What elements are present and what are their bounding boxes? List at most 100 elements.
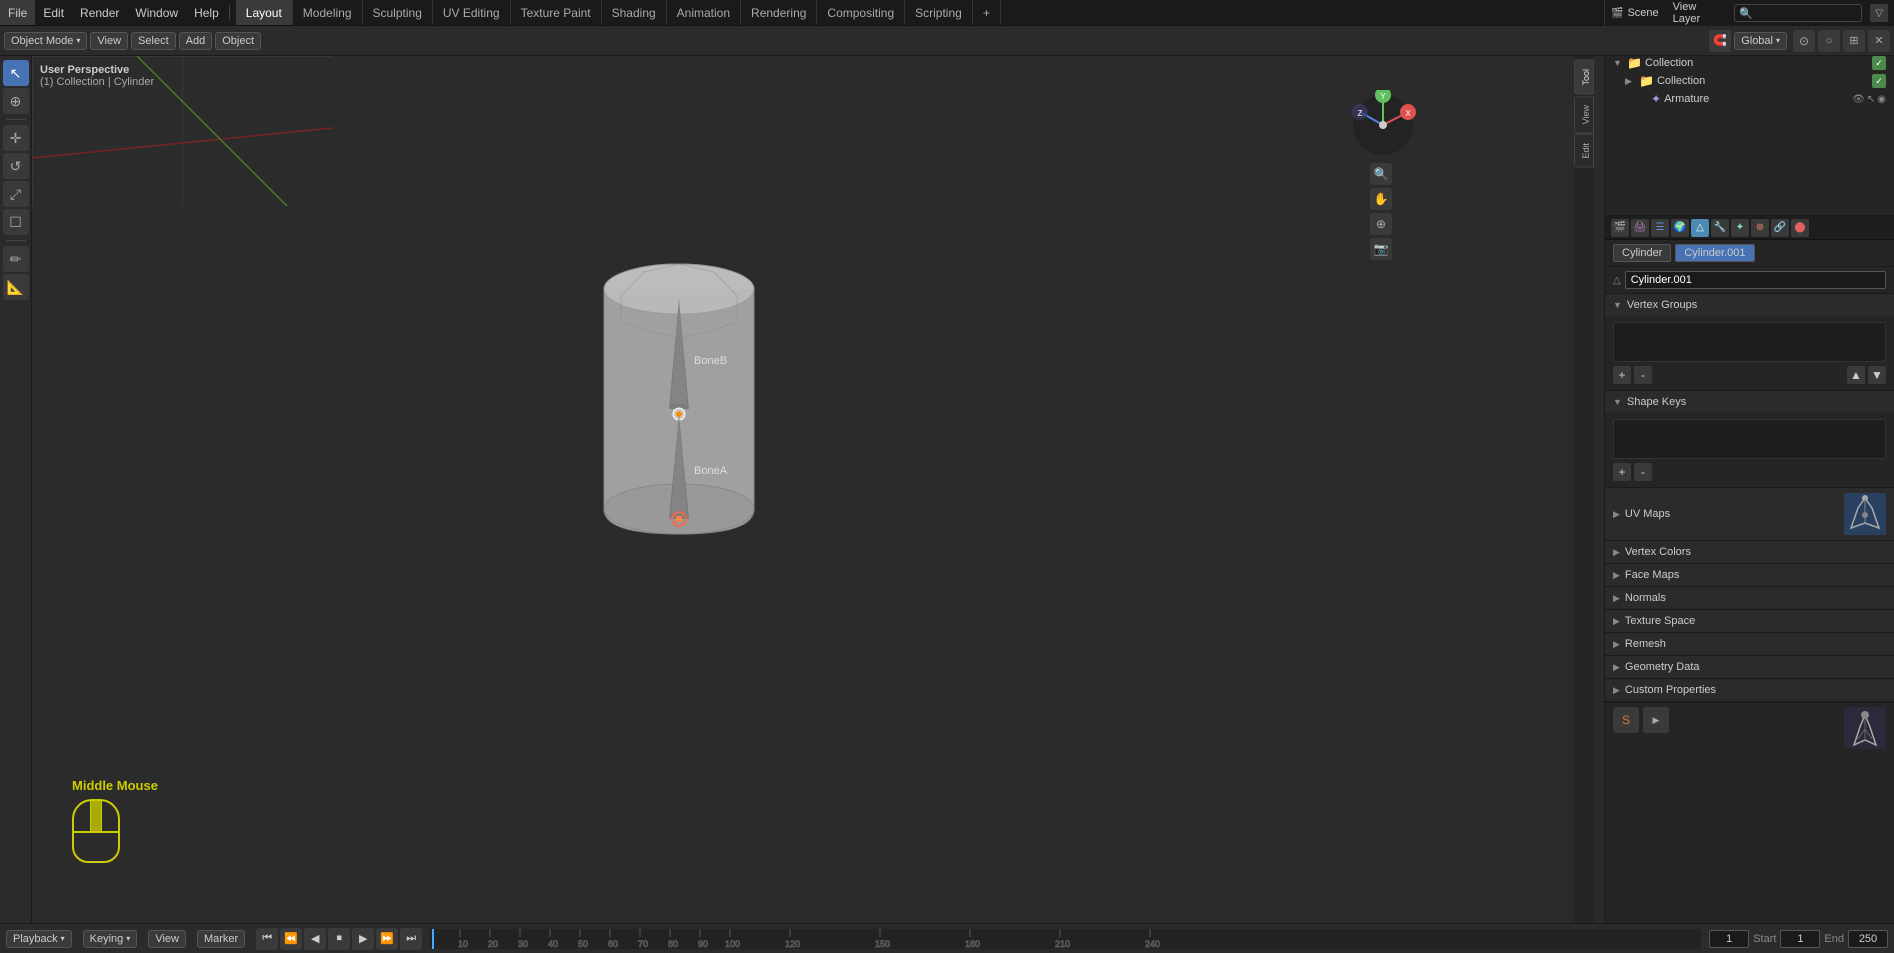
physics-props-btn[interactable]: ⊕ xyxy=(1751,219,1769,237)
scale-tool-btn[interactable]: ⤢ xyxy=(3,181,29,207)
n-tab-edit[interactable]: Edit xyxy=(1574,134,1594,168)
snapping-btn[interactable]: ⊞ xyxy=(1843,30,1865,52)
add-menu-btn[interactable]: Add xyxy=(179,32,213,50)
object-data-props-btn[interactable]: △ xyxy=(1691,219,1709,237)
vertex-group-move-down-btn[interactable]: ▼ xyxy=(1868,366,1886,384)
tab-layout[interactable]: Layout xyxy=(236,0,293,25)
frame-current-field[interactable]: 1 xyxy=(1709,930,1749,948)
n-tab-view[interactable]: View xyxy=(1574,96,1594,133)
frame-end-field[interactable]: 250 xyxy=(1848,930,1888,948)
select-menu-btn[interactable]: Select xyxy=(131,32,176,50)
measure-tool-btn[interactable]: 📐 xyxy=(3,274,29,300)
select-tool-btn[interactable]: ↖ xyxy=(3,60,29,86)
object-mode-btn[interactable]: Object Mode ▾ xyxy=(4,32,87,50)
vertex-groups-list[interactable] xyxy=(1613,322,1886,362)
view-menu-btn[interactable]: View xyxy=(90,32,128,50)
outliner-collection[interactable]: ▶ 📁 Collection ✓ xyxy=(1609,72,1890,90)
tab-modeling[interactable]: Modeling xyxy=(293,0,363,25)
vertex-groups-header[interactable]: ▼ Vertex Groups xyxy=(1605,294,1894,316)
tab-shading[interactable]: Shading xyxy=(602,0,667,25)
data-action-btn-1[interactable]: S xyxy=(1613,707,1639,733)
modifier-props-btn[interactable]: 🔧 xyxy=(1711,219,1729,237)
playback-menu-btn[interactable]: Playback ▾ xyxy=(6,930,72,948)
tab-rendering[interactable]: Rendering xyxy=(741,0,817,25)
keying-menu-btn[interactable]: Keying ▾ xyxy=(83,930,138,948)
play-btn[interactable]: ▶ xyxy=(352,928,374,950)
material-props-btn[interactable]: ⬤ xyxy=(1791,219,1809,237)
frame-start-field[interactable]: 1 xyxy=(1780,930,1820,948)
particles-props-btn[interactable]: ✦ xyxy=(1731,219,1749,237)
zoom-camera-btn[interactable]: 🔍 xyxy=(1370,163,1392,185)
measure-btn[interactable]: ✕ xyxy=(1868,30,1890,52)
navigation-gizmo[interactable]: X Y Z xyxy=(1348,90,1418,160)
geometry-data-header[interactable]: ▶ Geometry Data xyxy=(1605,656,1894,678)
tab-add[interactable]: + xyxy=(973,0,1001,25)
shape-key-remove-btn[interactable]: - xyxy=(1634,463,1652,481)
outliner-scene-collection[interactable]: ▼ 📁 Collection ✓ xyxy=(1609,54,1890,72)
remesh-header[interactable]: ▶ Remesh xyxy=(1605,633,1894,655)
mesh-btn-cylinder-001[interactable]: Cylinder.001 xyxy=(1675,244,1754,262)
jump-start-btn[interactable]: ⏮ xyxy=(256,928,278,950)
scene-collection-visible-btn[interactable]: ✓ xyxy=(1872,56,1886,70)
global-orientation-btn[interactable]: Global ▾ xyxy=(1734,32,1787,50)
custom-properties-header[interactable]: ▶ Custom Properties xyxy=(1605,679,1894,701)
collection-visible-btn[interactable]: ✓ xyxy=(1872,74,1886,88)
annotate-tool-btn[interactable]: ✏ xyxy=(3,246,29,272)
shape-keys-header[interactable]: ▼ Shape Keys xyxy=(1605,391,1894,413)
armature-restrict-icon[interactable]: 👁 xyxy=(1852,94,1865,105)
camera-btn[interactable]: 📷 xyxy=(1370,238,1392,260)
timeline-ruler[interactable]: 10 20 30 40 50 60 70 80 90 100 xyxy=(430,929,1701,949)
step-forward-btn[interactable]: ⏩ xyxy=(376,928,398,950)
armature-render-icon[interactable]: ◉ xyxy=(1877,94,1886,105)
vertex-group-move-up-btn[interactable]: ▲ xyxy=(1847,366,1865,384)
shape-keys-list[interactable] xyxy=(1613,419,1886,459)
output-props-btn[interactable]: 🖨 xyxy=(1631,219,1649,237)
shape-key-add-btn[interactable]: + xyxy=(1613,463,1631,481)
rotate-tool-btn[interactable]: ↺ xyxy=(3,153,29,179)
uv-maps-header[interactable]: ▶ UV Maps xyxy=(1605,488,1894,540)
transform-tool-btn[interactable]: ☐ xyxy=(3,209,29,235)
outliner-armature[interactable]: ▶ ✦ Armature 👁 ↖ ◉ xyxy=(1609,90,1890,108)
pan-btn[interactable]: ✋ xyxy=(1370,188,1392,210)
armature-select-icon[interactable]: ↖ xyxy=(1867,94,1875,105)
scene-search[interactable]: 🔍 xyxy=(1734,4,1862,22)
tab-texture-paint[interactable]: Texture Paint xyxy=(511,0,602,25)
tab-animation[interactable]: Animation xyxy=(667,0,741,25)
n-tab-tool[interactable]: Tool xyxy=(1574,60,1594,95)
data-action-btn-2[interactable]: ▶ xyxy=(1643,707,1669,733)
stop-btn[interactable]: ⏹ xyxy=(328,928,350,950)
menu-file[interactable]: File xyxy=(0,0,35,25)
outliner-filter-btn[interactable]: ▽ xyxy=(1870,4,1888,22)
normals-header[interactable]: ▶ Normals xyxy=(1605,587,1894,609)
object-menu-btn[interactable]: Object xyxy=(215,32,261,50)
3d-viewport[interactable]: User Perspective (1) Collection | Cylind… xyxy=(32,56,1594,923)
vertex-colors-header[interactable]: ▶ Vertex Colors xyxy=(1605,541,1894,563)
tab-sculpting[interactable]: Sculpting xyxy=(363,0,433,25)
timeline-view-btn[interactable]: View xyxy=(148,930,186,948)
vertex-group-remove-btn[interactable]: - xyxy=(1634,366,1652,384)
scene-props-btn[interactable]: 🌍 xyxy=(1671,219,1689,237)
move-tool-btn[interactable]: ✛ xyxy=(3,125,29,151)
orbit-btn[interactable]: ⊕ xyxy=(1370,213,1392,235)
tab-scripting[interactable]: Scripting xyxy=(905,0,973,25)
tab-uv-editing[interactable]: UV Editing xyxy=(433,0,511,25)
marker-btn[interactable]: Marker xyxy=(197,930,245,948)
menu-render[interactable]: Render xyxy=(72,0,127,25)
texture-space-header[interactable]: ▶ Texture Space xyxy=(1605,610,1894,632)
menu-help[interactable]: Help xyxy=(186,0,227,25)
transform-pivot-btn[interactable]: ⊙ xyxy=(1793,30,1815,52)
face-maps-header[interactable]: ▶ Face Maps xyxy=(1605,564,1894,586)
jump-end-btn[interactable]: ⏭ xyxy=(400,928,422,950)
view-layer-props-btn[interactable]: ☰ xyxy=(1651,219,1669,237)
menu-edit[interactable]: Edit xyxy=(35,0,72,25)
cursor-tool-btn[interactable]: ⊕ xyxy=(3,88,29,114)
vertex-group-add-btn[interactable]: + xyxy=(1613,366,1631,384)
snap-btn[interactable]: 🧲 xyxy=(1709,30,1731,52)
object-name-field[interactable]: Cylinder.001 xyxy=(1625,271,1886,289)
play-back-btn[interactable]: ◀ xyxy=(304,928,326,950)
menu-window[interactable]: Window xyxy=(127,0,186,25)
render-props-btn[interactable]: 🎬 xyxy=(1611,219,1629,237)
mesh-btn-cylinder[interactable]: Cylinder xyxy=(1613,244,1671,262)
step-back-btn[interactable]: ⏪ xyxy=(280,928,302,950)
proportional-edit-btn[interactable]: ○ xyxy=(1818,30,1840,52)
